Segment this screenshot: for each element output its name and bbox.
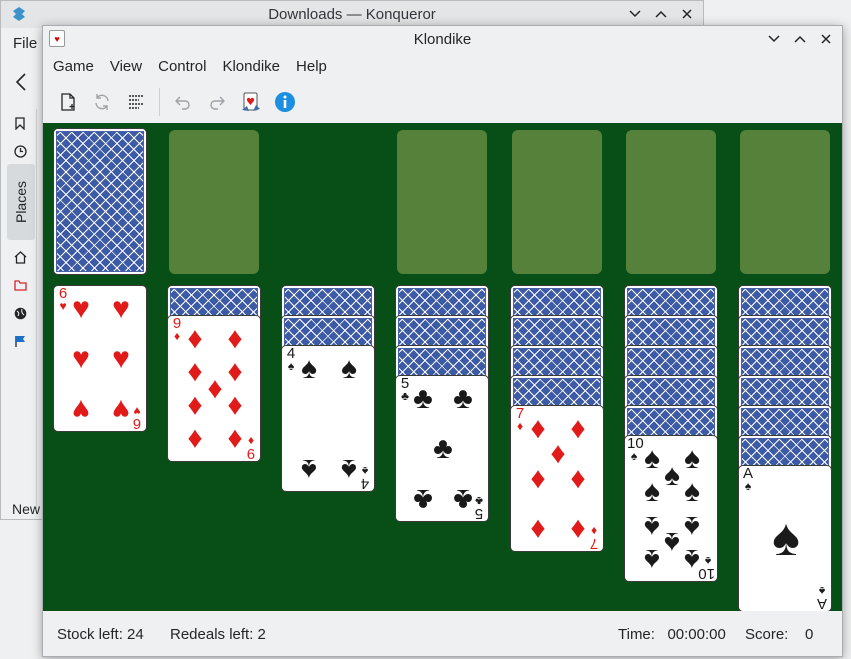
menu-help[interactable]: Help <box>288 54 335 80</box>
card-pip: ♣ <box>453 382 473 415</box>
stock-pile[interactable] <box>53 128 147 275</box>
card-pip: ♥ <box>72 292 90 325</box>
redeals-left-label: Redeals left: 2 <box>170 626 266 643</box>
svg-text:♥: ♥ <box>246 97 255 108</box>
card-pip: ♥ <box>112 393 130 426</box>
card-pip: ♣ <box>453 483 473 516</box>
card-pip: ♠ <box>341 352 357 385</box>
choose-game-icon <box>129 95 143 109</box>
card-pip: ♦ <box>187 423 203 456</box>
info-button[interactable] <box>270 87 300 117</box>
konqueror-maximize-button[interactable] <box>651 4 671 24</box>
redo-icon <box>210 96 225 110</box>
klondike-maximize-button[interactable] <box>790 29 810 49</box>
tableau-card-9-red[interactable]: 9 ♦ 9 ♦ ♦ ♦ ♦ ♦ ♦ ♦ ♦ ♦ ♦ <box>167 315 261 462</box>
card-pip: ♦ <box>570 462 586 495</box>
card-pip: ♦ <box>570 513 586 546</box>
card-pip: ♥ <box>72 393 90 426</box>
card-pip: ♦ <box>227 390 243 423</box>
menu-view[interactable]: View <box>102 54 150 80</box>
card-pip: ♠ <box>301 453 317 486</box>
konqueror-new-label: New <box>12 501 41 517</box>
card-pip: ♠ <box>684 543 700 576</box>
menu-klondike[interactable]: Klondike <box>214 54 288 80</box>
ace-spade-pip: ♠ <box>772 509 800 567</box>
history-clock-icon[interactable] <box>12 143 28 159</box>
menu-control[interactable]: Control <box>150 54 214 80</box>
new-game-button[interactable] <box>53 87 83 117</box>
card-pip: ♠ <box>644 475 660 508</box>
tableau-card-10-black[interactable]: 10 ♠ 10 ♠ ♠ ♠ ♠ ♠ ♠ ♠ ♠ ♠ ♠ ♠ <box>624 435 718 582</box>
card-pip: ♦ <box>227 322 243 355</box>
konqueror-icon <box>13 7 25 21</box>
back-arrow-icon[interactable] <box>15 71 27 97</box>
klondike-window: ♥ Klondike Game View Control Klondike He… <box>42 25 843 657</box>
home-icon[interactable] <box>12 249 28 265</box>
places-tab-label: Places <box>13 180 29 224</box>
card-pip: ♣ <box>433 432 453 465</box>
flag-icon[interactable] <box>12 333 28 349</box>
tableau-card-4-black[interactable]: 4 ♠ 4 ♠ ♠ ♠ ♠ ♠ <box>281 345 375 492</box>
klondike-close-button[interactable] <box>816 29 836 49</box>
card-pip: ♠ <box>341 453 357 486</box>
choose-game-button[interactable] <box>121 87 151 117</box>
tableau-card-5-black[interactable]: 5 ♣ 5 ♣ ♣ ♣ ♣ ♣ ♣ <box>395 375 489 522</box>
time-label: Time: 00:00:00 <box>618 626 726 643</box>
foundation-slot-3[interactable] <box>626 130 716 274</box>
konqueror-titlebar: Downloads — Konqueror <box>1 1 703 28</box>
card-pip: ♦ <box>530 462 546 495</box>
card-pip: ♠ <box>301 352 317 385</box>
new-game-icon <box>61 93 75 111</box>
network-globe-icon[interactable] <box>12 305 28 321</box>
card-pip: ♦ <box>227 423 243 456</box>
red-folder-icon[interactable] <box>12 277 28 293</box>
card-pip: ♦ <box>187 390 203 423</box>
info-icon <box>275 92 295 112</box>
konqueror-title: Downloads — Konqueror <box>268 6 436 23</box>
card-pip: ♦ <box>187 322 203 355</box>
foundation-slot-1[interactable] <box>397 130 487 274</box>
tableau-card-A-black[interactable]: A ♠ A ♠ ♠ <box>738 465 832 611</box>
undo-icon <box>175 96 190 110</box>
konqueror-menu-file[interactable]: File <box>13 35 37 52</box>
konqueror-close-button[interactable] <box>677 4 697 24</box>
redo-button[interactable] <box>202 87 232 117</box>
tableau-card-7-red[interactable]: 7 ♦ 7 ♦ ♦ ♦ ♦ ♦ ♦ ♦ ♦ <box>510 405 604 552</box>
card-pip: ♥ <box>112 342 130 375</box>
card-rank-bottom: A ♠ <box>817 584 828 611</box>
hint-icon: ♥ <box>242 92 260 111</box>
klondike-app-icon: ♥ <box>49 30 65 47</box>
card-pip: ♦ <box>530 513 546 546</box>
klondike-toolbar: ♥ <box>43 82 842 122</box>
foundation-slot-2[interactable] <box>512 130 602 274</box>
foundation-slot-4[interactable] <box>740 130 830 274</box>
card-pip: ♥ <box>72 342 90 375</box>
tableau-card-6-red[interactable]: 6 ♥ 6 ♥ ♥ ♥ ♥ ♥ ♥ ♥ <box>53 285 147 432</box>
card-pip: ♠ <box>644 543 660 576</box>
score-label: Score: 0 <box>745 626 814 643</box>
card-pip: ♣ <box>413 382 433 415</box>
klondike-minimize-button[interactable] <box>764 29 784 49</box>
klondike-menubar: Game View Control Klondike Help <box>43 54 335 80</box>
konqueror-minimize-button[interactable] <box>625 4 645 24</box>
stock-left-label: Stock left: 24 <box>57 626 144 643</box>
undo-button[interactable] <box>168 87 198 117</box>
bookmark-icon[interactable] <box>12 115 28 131</box>
restart-button[interactable] <box>87 87 117 117</box>
status-bar: Stock left: 24 Redeals left: 2 Time: 00:… <box>43 612 842 656</box>
hint-button[interactable]: ♥ <box>236 87 266 117</box>
game-table: 6 ♥ 6 ♥ ♥ ♥ ♥ ♥ ♥ ♥ 9 ♦ 9 ♦ ♦ ♦ ♦ ♦ ♦ ♦ ♦ ♦ ♦ 4 ♠ 4 ♠ ♠ ♠ ♠ ♠ 5 ♣ 5 ♣ ♣ ♣ ♣ ♣ ♣… <box>43 123 842 611</box>
card-pip: ♥ <box>112 292 130 325</box>
places-tab[interactable]: Places <box>7 164 35 240</box>
klondike-titlebar: ♥ Klondike <box>43 26 842 52</box>
toolbar-separator <box>159 88 160 116</box>
klondike-title: Klondike <box>413 30 472 48</box>
card-pip: ♣ <box>413 483 433 516</box>
card-pip: ♠ <box>684 475 700 508</box>
restart-icon <box>95 94 109 110</box>
waste-slot[interactable] <box>169 130 259 274</box>
menu-game[interactable]: Game <box>45 54 102 80</box>
card-rank-top: A ♠ <box>742 465 753 493</box>
